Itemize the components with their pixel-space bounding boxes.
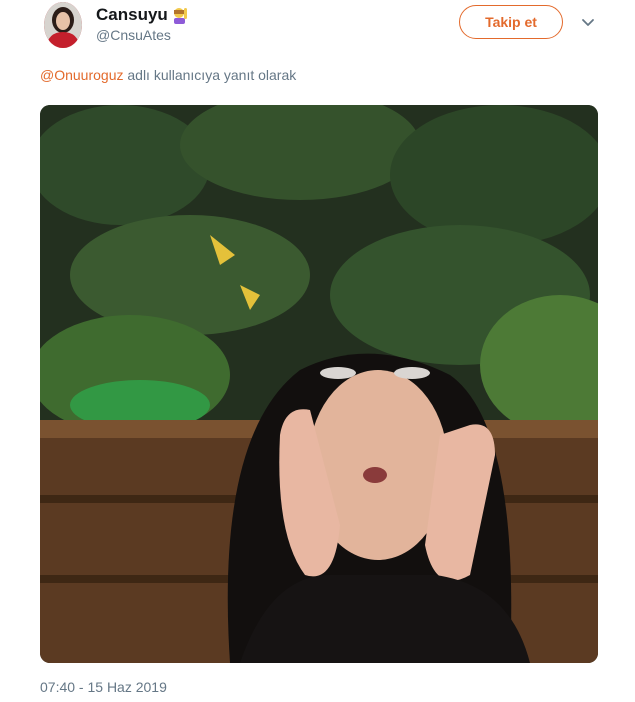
woman-raising-hand-emoji-icon: [171, 6, 188, 24]
reply-mention-link[interactable]: @Onuuroguz: [40, 67, 123, 83]
tweet-timestamp[interactable]: 07:40 - 15 Haz 2019: [40, 679, 167, 695]
reply-context: @Onuuroguz adlı kullanıcıya yanıt olarak: [40, 67, 296, 83]
tweet-photo[interactable]: [40, 105, 598, 663]
chevron-down-icon[interactable]: [580, 16, 596, 28]
reply-context-text: adlı kullanıcıya yanıt olarak: [123, 67, 297, 83]
display-name[interactable]: Cansuyu: [96, 5, 168, 25]
user-handle[interactable]: @CnsuAtes: [96, 27, 171, 43]
follow-button[interactable]: Takip et: [459, 5, 563, 39]
avatar[interactable]: [44, 2, 82, 48]
